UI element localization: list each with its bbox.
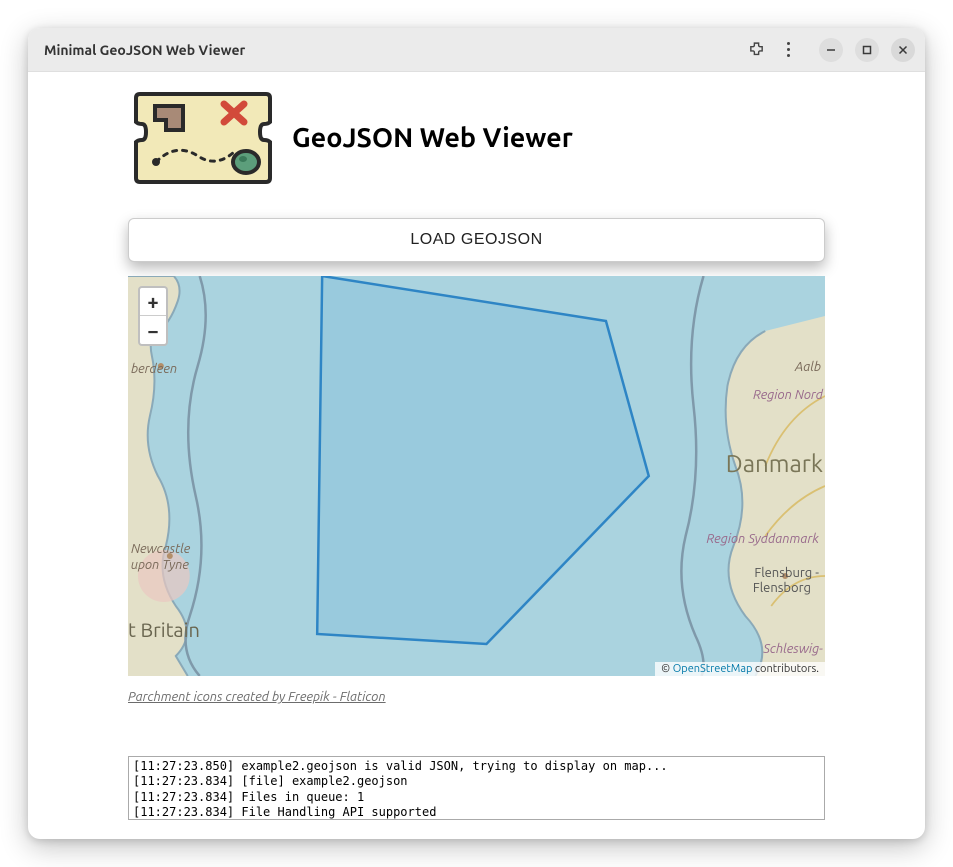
window-title: Minimal GeoJSON Web Viewer [44,42,245,58]
attribution-prefix: © [661,663,673,675]
parchment-map-icon [128,82,278,194]
map-viewport[interactable]: + − berdeen Newcastle upon Tyne t Britai… [128,276,825,676]
map-label-aberdeen: berdeen [131,362,177,376]
load-geojson-button[interactable]: LOAD GEOJSON [128,218,825,262]
map-label-flensburg-1: Flensburg - [754,566,819,580]
window-titlebar: Minimal GeoJSON Web Viewer [28,28,925,72]
kebab-menu-icon[interactable] [779,41,797,59]
map-label-aalb: Aalb [795,360,821,374]
zoom-in-button[interactable]: + [140,288,166,316]
map-label-syddanmark: Region Syddanmark [706,532,819,546]
map-label-danmark: Danmark [726,450,823,477]
attribution-link[interactable]: OpenStreetMap [673,663,753,675]
map-label-britain: t Britain [128,618,200,641]
map-label-newcastle-1: Newcastle [131,542,190,556]
app-window: Minimal GeoJSON Web Viewer [28,28,925,839]
window-close-button[interactable] [891,38,915,62]
extensions-icon[interactable] [747,41,765,59]
window-minimize-button[interactable] [819,38,843,62]
map-zoom-control: + − [138,286,168,346]
brand-header: GeoJSON Web Viewer [128,82,825,194]
content-area: GeoJSON Web Viewer LOAD GEOJSON [28,72,925,839]
map-label-region-nord: Region Nord [753,388,823,402]
map-label-schleswig: Schleswig- [763,642,823,656]
page-title: GeoJSON Web Viewer [292,123,573,153]
zoom-out-button[interactable]: − [140,316,166,344]
map-attribution: © OpenStreetMap contributors. [655,662,825,676]
titlebar-controls [747,38,915,62]
attribution-suffix: contributors. [752,663,819,675]
icon-credit-link[interactable]: Parchment icons created by Freepik - Fla… [128,690,825,704]
map-label-flensburg-2: Flensborg [753,581,811,595]
window-maximize-button[interactable] [855,38,879,62]
map-label-newcastle-2: upon Tyne [131,558,189,572]
log-output[interactable] [128,756,825,820]
